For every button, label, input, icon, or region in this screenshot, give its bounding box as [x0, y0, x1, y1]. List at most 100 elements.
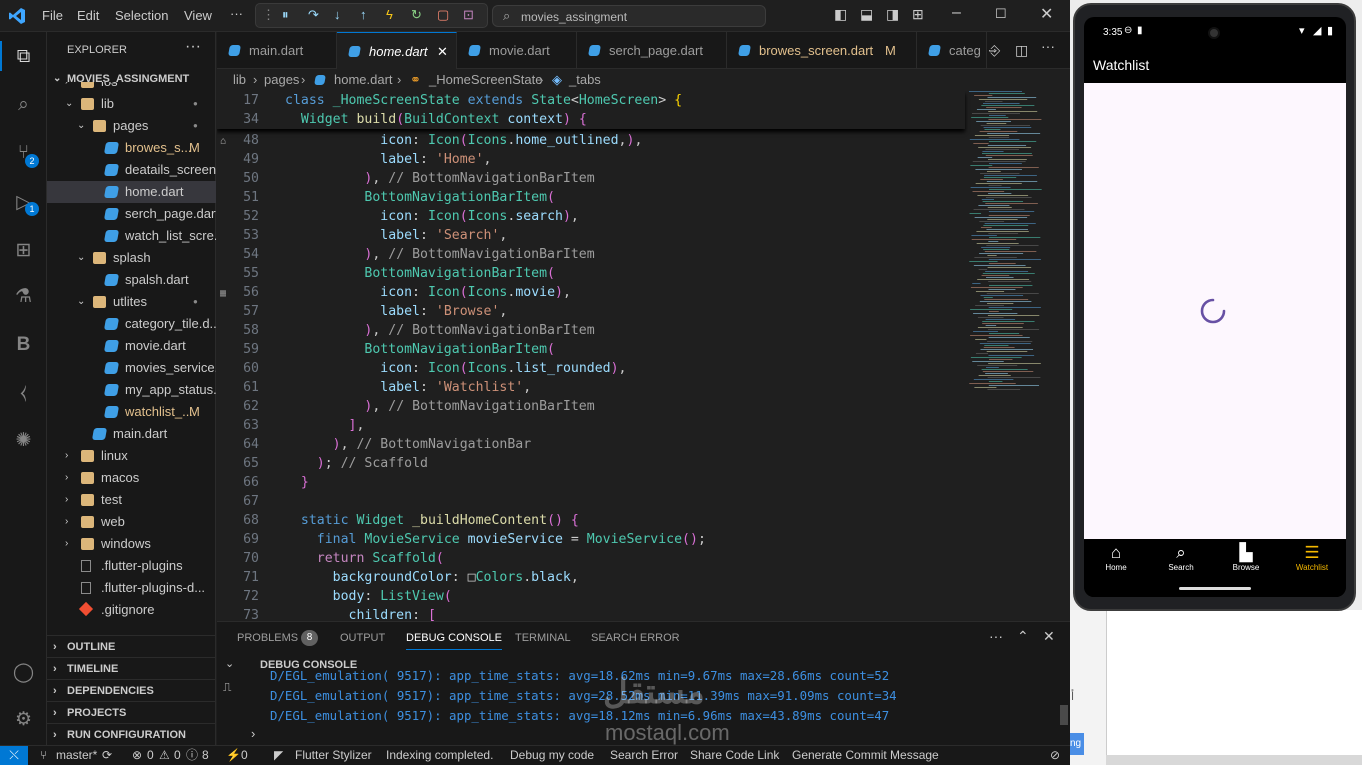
menu-file[interactable]: File: [42, 8, 63, 23]
customize-layout-icon[interactable]: ⊞: [912, 6, 924, 23]
tree-item[interactable]: › windows: [47, 533, 216, 555]
tree-item[interactable]: › linux: [47, 445, 216, 467]
account-icon[interactable]: ◯: [11, 660, 36, 685]
section-projects[interactable]: › PROJECTS: [47, 701, 216, 723]
menu-selection[interactable]: Selection: [115, 8, 168, 23]
close-button[interactable]: ✕: [1040, 4, 1053, 24]
close-panel-icon[interactable]: ✕: [1043, 628, 1055, 645]
toggle-secondary-sidebar-icon[interactable]: ◨: [886, 6, 899, 23]
tree-item[interactable]: ⌄ splash: [47, 247, 216, 269]
warning-count[interactable]: 0: [174, 746, 181, 765]
tree-item[interactable]: movie.dart: [47, 335, 216, 357]
branch-name[interactable]: master*: [56, 746, 97, 765]
minimize-button[interactable]: –: [952, 4, 961, 22]
tree-item[interactable]: › web: [47, 511, 216, 533]
tab-movie-dart[interactable]: movie.dart: [457, 32, 577, 69]
status-debug-my-code[interactable]: Debug my code: [510, 746, 594, 765]
tab-search-error[interactable]: SEARCH ERROR: [591, 632, 680, 644]
run-file-icon[interactable]: ⎆: [989, 42, 1000, 59]
tree-item[interactable]: › macos: [47, 467, 216, 489]
step-into-icon[interactable]: ↓: [334, 7, 341, 22]
tree-item[interactable]: movies_service...: [47, 357, 216, 379]
tree-item[interactable]: my_app_status....: [47, 379, 216, 401]
status-generate-commit[interactable]: Generate Commit Message: [792, 746, 939, 765]
chatgpt-icon[interactable]: ✺: [11, 428, 36, 453]
breadcrumb-pages[interactable]: pages: [264, 69, 299, 91]
tab-debug-console[interactable]: DEBUG CONSOLE: [406, 632, 502, 650]
section-dependencies[interactable]: › DEPENDENCIES: [47, 679, 216, 701]
nav-item-search[interactable]: ⌕ Search: [1157, 543, 1205, 583]
section-timeline[interactable]: › TIMELINE: [47, 657, 216, 679]
testing-icon[interactable]: ⚗: [11, 284, 36, 309]
restart-icon[interactable]: ↻: [411, 7, 422, 23]
step-out-icon[interactable]: ↑: [360, 7, 367, 22]
explorer-icon[interactable]: ⧉: [11, 44, 36, 69]
nav-item-browse[interactable]: ▙ Browse: [1222, 543, 1270, 583]
tree-item[interactable]: ⌄ utlites ●: [47, 291, 216, 313]
settings-gear-icon[interactable]: ⚙: [11, 707, 36, 732]
chevron-down-icon[interactable]: ⌄: [225, 657, 234, 670]
nav-item-home[interactable]: ⌂ Home: [1092, 543, 1140, 583]
tab-main-dart[interactable]: main.dart: [217, 32, 337, 69]
tab-browes-screen-dart[interactable]: browes_screen.dart M: [727, 32, 917, 69]
close-tab-icon[interactable]: ✕: [437, 33, 448, 69]
ports-count[interactable]: 0: [241, 746, 248, 765]
tree-item[interactable]: watch_list_scre...: [47, 225, 216, 247]
menu-view[interactable]: View: [184, 8, 212, 23]
tree-item[interactable]: main.dart: [47, 423, 216, 445]
tree-item[interactable]: .gitignore: [47, 599, 216, 621]
maximize-panel-icon[interactable]: ⌃: [1017, 628, 1029, 645]
error-count[interactable]: 0: [147, 746, 154, 765]
status-flutter-stylizer[interactable]: Flutter Stylizer: [295, 746, 372, 765]
section-run-configuration[interactable]: › RUN CONFIGURATION: [47, 723, 216, 745]
nav-item-watchlist[interactable]: ☰ Watchlist: [1287, 543, 1337, 583]
tab-problems[interactable]: PROBLEMS: [237, 632, 298, 644]
tree-item[interactable]: .flutter-plugins: [47, 555, 216, 577]
remote-indicator-icon[interactable]: ⤬: [0, 746, 28, 765]
minimap[interactable]: [965, 91, 1070, 621]
console-input-prompt[interactable]: ›: [251, 726, 255, 741]
status-share-code-link[interactable]: Share Code Link: [690, 746, 779, 765]
extensions-icon[interactable]: ⊞: [11, 238, 36, 263]
toggle-sidebar-icon[interactable]: ◧: [834, 6, 847, 23]
tree-item[interactable]: browes_s... M: [47, 137, 216, 159]
notifications-icon[interactable]: ⊘: [1050, 746, 1060, 765]
tree-item[interactable]: spalsh.dart: [47, 269, 216, 291]
sync-icon[interactable]: ⟳: [102, 746, 112, 765]
bloc-icon[interactable]: B: [11, 332, 36, 357]
code-editor[interactable]: 17 class _HomeScreenState extends State<…: [217, 91, 1070, 621]
tab-home-dart[interactable]: home.dart ✕: [337, 32, 457, 69]
section-outline[interactable]: › OUTLINE: [47, 635, 216, 657]
pause-icon[interactable]: ⏸: [282, 7, 289, 23]
scrollbar-thumb[interactable]: [1060, 705, 1068, 725]
tree-item[interactable]: watchlist_... M: [47, 401, 216, 423]
inspect-icon[interactable]: ⊡: [463, 7, 474, 23]
tree-item[interactable]: ⌄ pages ●: [47, 115, 216, 137]
stop-icon[interactable]: ▢: [437, 7, 449, 23]
tab-serch-page-dart[interactable]: serch_page.dart: [577, 32, 727, 69]
flutter-icon[interactable]: ⧼: [11, 380, 36, 405]
menu-more[interactable]: ···: [230, 6, 243, 21]
menu-edit[interactable]: Edit: [77, 8, 99, 23]
tab-output[interactable]: OUTPUT: [340, 632, 385, 644]
step-over-icon[interactable]: ↷: [308, 7, 319, 23]
search-icon[interactable]: ⌕: [11, 92, 36, 117]
breadcrumb-file[interactable]: home.dart: [334, 69, 393, 91]
tab-categ[interactable]: categ: [917, 32, 987, 69]
tree-item[interactable]: category_tile.d...: [47, 313, 216, 335]
more-actions-icon[interactable]: ···: [989, 628, 1003, 644]
more-actions-icon[interactable]: ···: [1041, 38, 1055, 54]
breadcrumb-class[interactable]: _HomeScreenState: [429, 69, 542, 91]
tree-item[interactable]: › test: [47, 489, 216, 511]
hot-reload-icon[interactable]: ϟ: [386, 7, 393, 22]
breadcrumb-lib[interactable]: lib: [233, 69, 246, 91]
command-center-search[interactable]: ⌕ movies_assingment: [492, 5, 766, 27]
tab-terminal[interactable]: TERMINAL: [515, 632, 571, 644]
tree-item[interactable]: serch_page.dart: [47, 203, 216, 225]
toggle-panel-icon[interactable]: ⬓: [860, 6, 873, 23]
status-search-error[interactable]: Search Error: [610, 746, 678, 765]
tree-item[interactable]: ⌄ lib ●: [47, 93, 216, 115]
tree-item[interactable]: .flutter-plugins-d...: [47, 577, 216, 599]
breadcrumb-field[interactable]: _tabs: [569, 69, 601, 91]
gesture-handle[interactable]: [1179, 587, 1251, 590]
